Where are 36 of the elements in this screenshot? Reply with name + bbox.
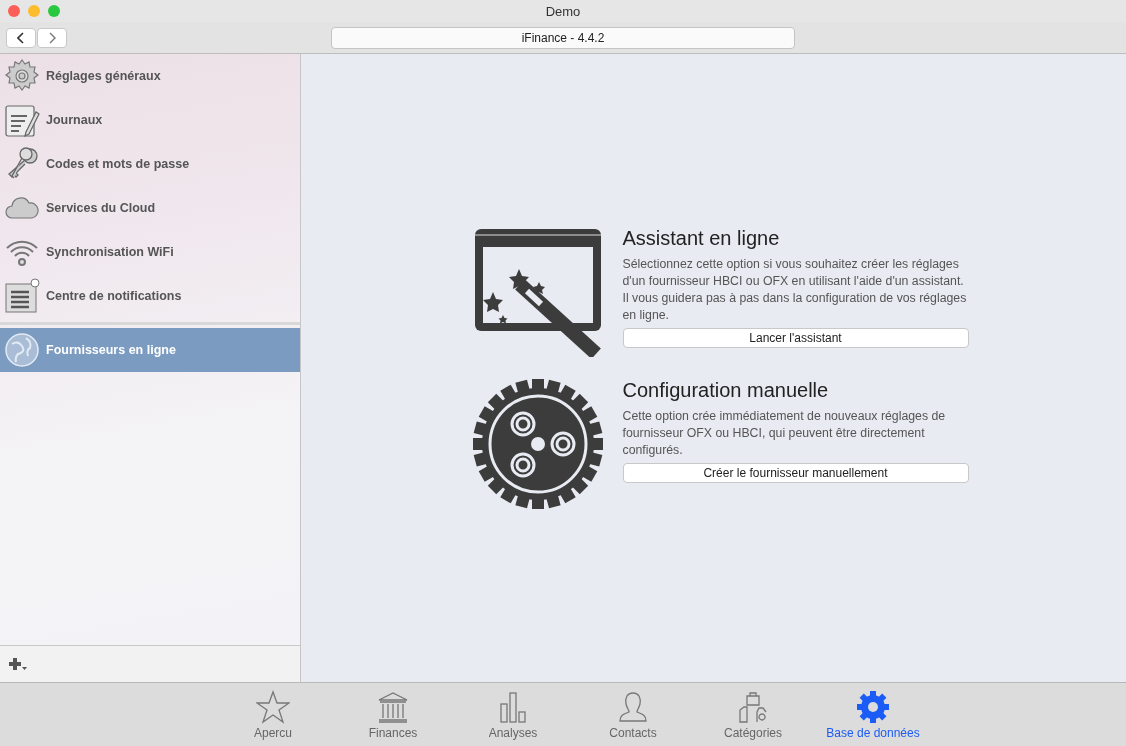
chevron-right-icon xyxy=(48,31,56,44)
tab[interactable]: Apercu xyxy=(213,683,333,746)
add-menu-button[interactable] xyxy=(8,657,28,671)
gear-icon xyxy=(856,689,890,724)
notepad-icon xyxy=(4,102,40,138)
option-title: Configuration manuelle xyxy=(622,379,830,402)
sidebar-item[interactable]: Journaux xyxy=(0,98,300,142)
option-button[interactable]: Créer le fournisseur manuellement xyxy=(622,463,969,483)
tab[interactable]: Base de données xyxy=(813,683,933,746)
star-icon xyxy=(256,689,290,724)
window-title: Demo xyxy=(545,3,581,19)
tab[interactable]: Contacts xyxy=(573,683,693,746)
title-field: iFinance - 4.4.2 xyxy=(331,26,795,49)
option-description: Sélectionnez cette option si vous souhaitez créer les réglages d'un fournisseur HBCI ou OFX en utilisant l'aide d'un assistant. Il vous guidera pas à pas dans la configuration de vos réglages en ligne. xyxy=(622,256,968,324)
option-title: Assistant en ligne xyxy=(622,227,781,250)
sidebar-item[interactable]: Centre de notifications xyxy=(0,274,300,318)
tab[interactable]: Analyses xyxy=(453,683,573,746)
tab[interactable]: Catégories xyxy=(693,683,813,746)
tab[interactable]: Finances xyxy=(333,683,453,746)
zoom-button[interactable] xyxy=(48,5,60,17)
sidebar-item[interactable]: Synchronisation WiFi xyxy=(0,230,300,274)
person-icon xyxy=(616,689,650,724)
option-button[interactable]: Lancer l'assistant xyxy=(622,328,969,348)
sidebar-item[interactable]: Codes et mots de passe xyxy=(0,142,300,186)
option-description: Cette option crée immédiatement de nouveaux réglages de fournisseur OFX ou HBCI, qui peuvent être directement configurés. xyxy=(622,408,947,459)
list-icon xyxy=(4,278,40,314)
chevron-left-icon xyxy=(17,31,25,44)
close-button[interactable] xyxy=(8,5,20,17)
sidebar-item[interactable]: Réglages généraux xyxy=(0,54,300,98)
back-button[interactable] xyxy=(6,27,36,48)
globe-icon xyxy=(4,332,40,368)
plus-icon xyxy=(8,657,28,671)
minimize-button[interactable] xyxy=(28,5,40,17)
gear-icon xyxy=(472,379,603,509)
sidebar-item[interactable]: Services du Cloud xyxy=(0,186,300,230)
magic-wand-window-icon xyxy=(472,227,603,357)
